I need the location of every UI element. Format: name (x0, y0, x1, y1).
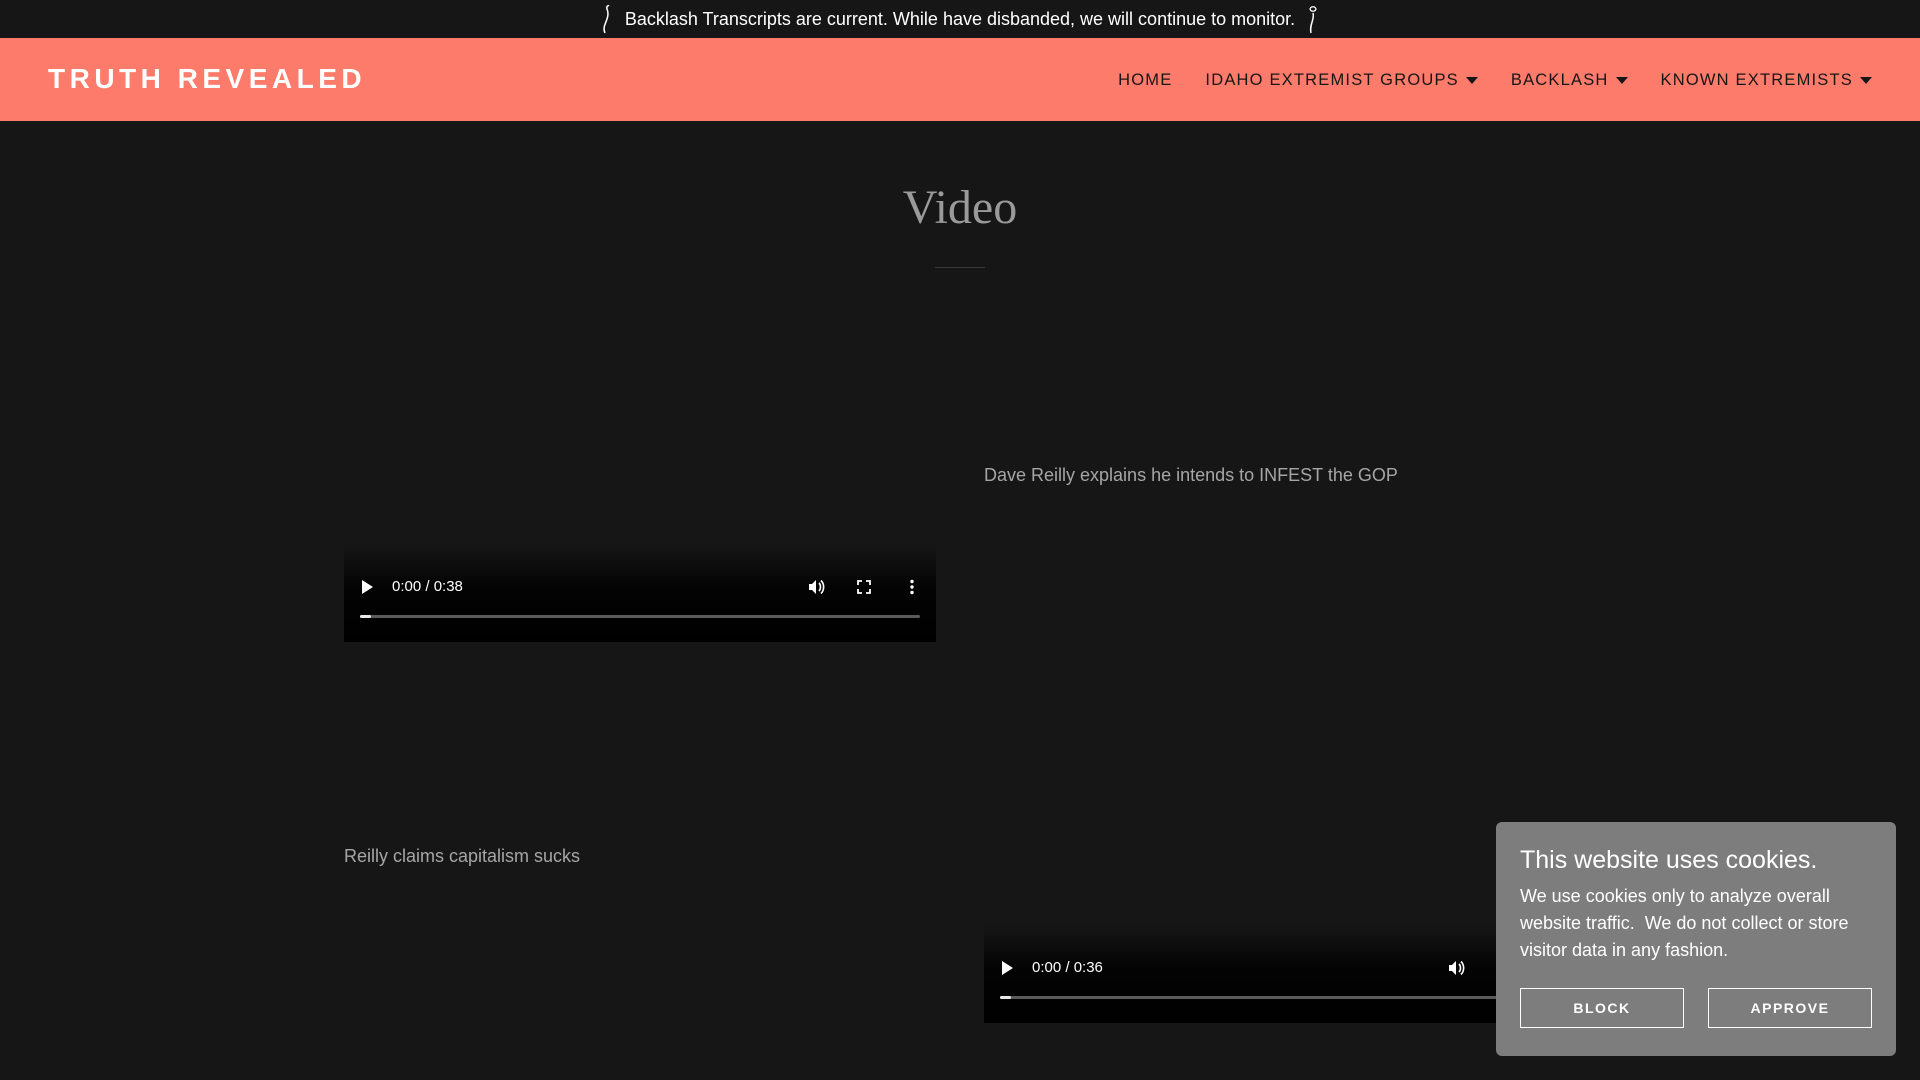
caret-down-icon (1615, 77, 1628, 84)
caret-down-icon (1465, 77, 1478, 84)
cookie-banner: This website uses cookies. We use cookie… (1496, 822, 1896, 1056)
announcement-bar: Backlash Transcripts are current. While … (0, 0, 1920, 38)
block-cookies-button[interactable]: BLOCK (1520, 988, 1684, 1028)
volume-icon[interactable] (806, 577, 826, 597)
site-header: TRUTH REVEALED HOME IDAHO EXTREMIST GROU… (0, 38, 1920, 121)
play-icon[interactable] (362, 580, 373, 594)
caret-down-icon (1860, 77, 1872, 84)
nav-item-backlash[interactable]: BACKLASH (1511, 71, 1628, 90)
play-icon[interactable] (1002, 961, 1013, 975)
nav-label-known-extremists: KNOWN EXTREMISTS (1660, 71, 1853, 89)
video-progress-fill (360, 615, 372, 618)
announcement-text: Backlash Transcripts are current. While … (624, 8, 1296, 29)
video-progress-fill (1000, 996, 1012, 999)
fullscreen-icon[interactable] (854, 577, 874, 597)
video-caption-1: Dave Reilly explains he intends to INFES… (984, 465, 1398, 485)
volume-icon[interactable] (1446, 958, 1466, 978)
site-brand[interactable]: TRUTH REVEALED (48, 63, 366, 95)
page-title: Video (902, 181, 1018, 234)
nav-item-idaho-extremist-groups[interactable]: IDAHO EXTREMIST GROUPS (1205, 71, 1478, 90)
video-player-1[interactable]: 0:00 / 0:38 (344, 544, 936, 642)
video-caption-2: Reilly claims capitalism sucks (344, 846, 581, 866)
video-progress-track[interactable] (360, 615, 920, 618)
cookie-body: We use cookies only to analyze overall w… (1520, 886, 1854, 960)
flower-stem-icon (599, 3, 615, 35)
video-player-2[interactable]: 0:00 / 0:36 (984, 925, 1576, 1023)
video-progress-track[interactable] (1000, 996, 1560, 999)
nav-label-backlash: BACKLASH (1510, 71, 1609, 89)
approve-cookies-button[interactable]: APPROVE (1708, 988, 1872, 1028)
nav-label-idaho-extremist-groups: IDAHO EXTREMIST GROUPS (1205, 71, 1459, 89)
nav-label-home: HOME (1118, 71, 1173, 89)
video-time: 0:00 / 0:38 (392, 578, 463, 595)
more-options-icon[interactable] (902, 577, 922, 597)
main-nav: HOME IDAHO EXTREMIST GROUPS BACKLASH KNO… (1085, 71, 1872, 90)
cookie-title: This website uses cookies. (1520, 846, 1818, 874)
rose-icon (1305, 3, 1321, 35)
title-divider (935, 267, 985, 268)
nav-item-home[interactable]: HOME (1118, 71, 1172, 90)
nav-item-known-extremists[interactable]: KNOWN EXTREMISTS (1661, 71, 1872, 90)
video-time: 0:00 / 0:36 (1032, 959, 1103, 976)
